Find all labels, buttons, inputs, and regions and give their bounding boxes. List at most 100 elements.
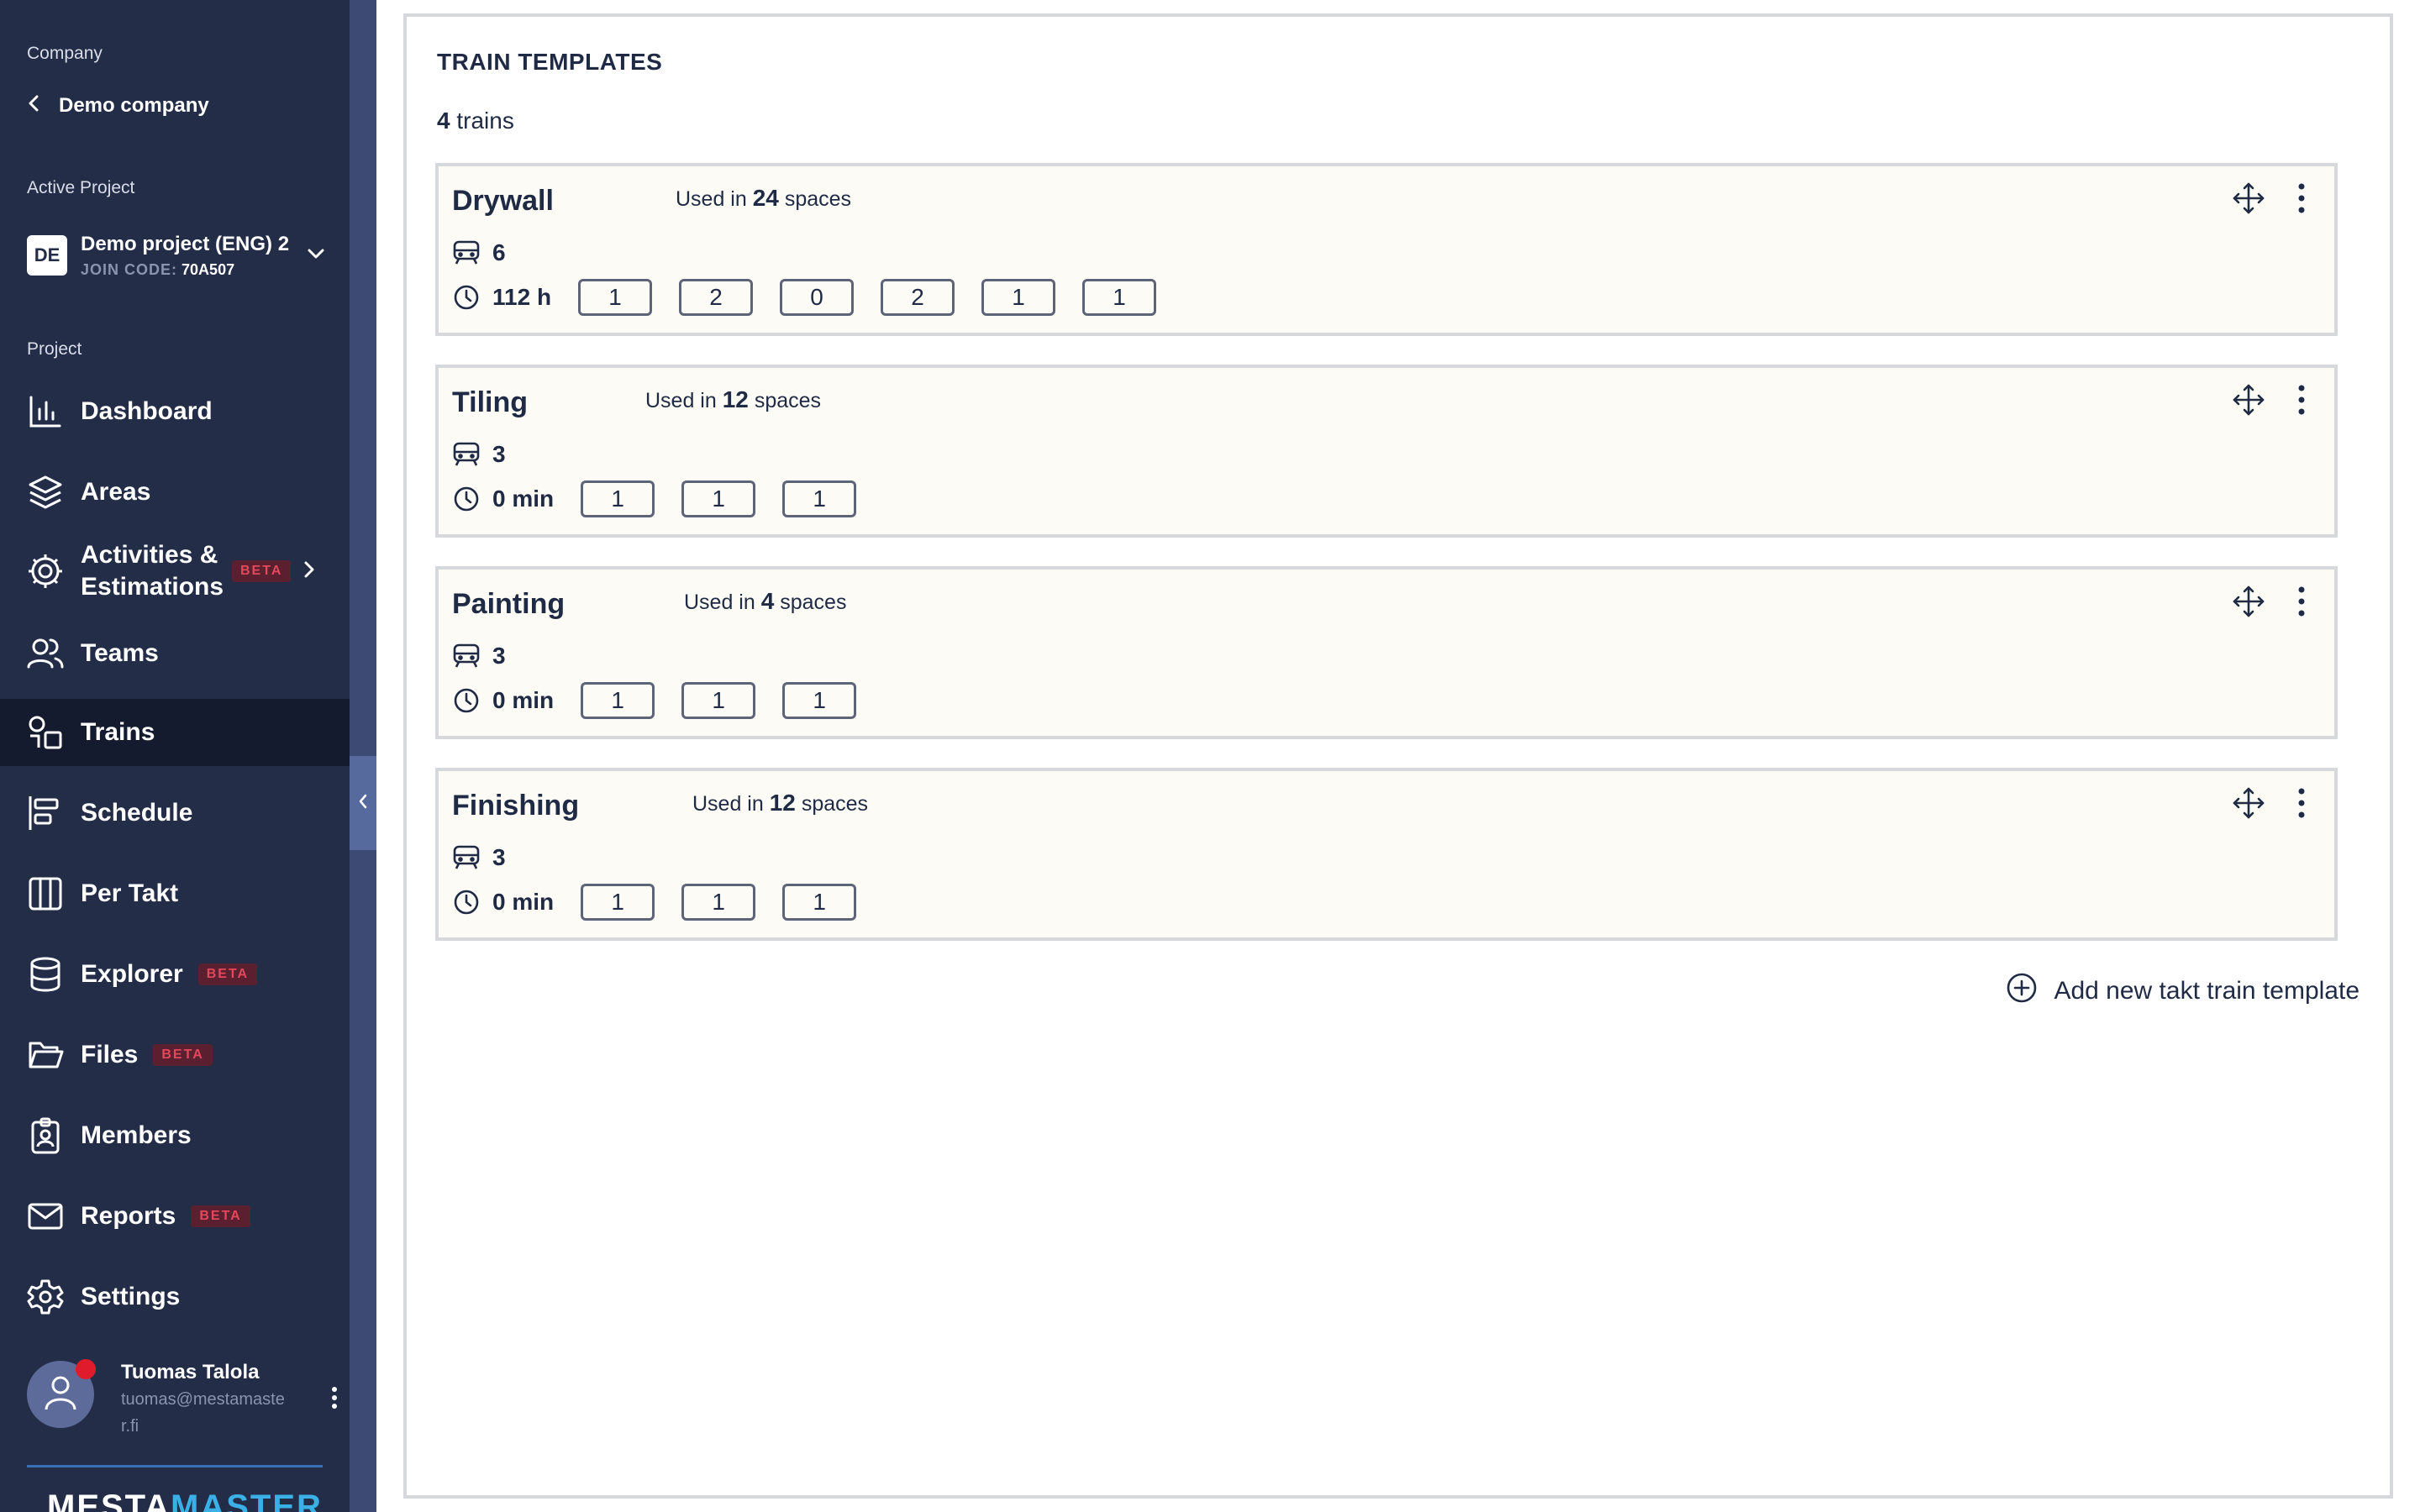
template-name: Drywall: [452, 185, 554, 217]
duration: 0 min: [492, 889, 555, 915]
sidebar-item-label: Trains: [81, 718, 155, 746]
train-template-card[interactable]: Drywall Used in 24 spaces 6 112 h 1 2 0: [435, 163, 2338, 336]
wagon-duration-input[interactable]: 0: [780, 279, 855, 316]
wagon-duration-input[interactable]: 2: [679, 279, 754, 316]
wagon-count: 3: [492, 844, 506, 870]
wagon-duration-input[interactable]: 1: [578, 279, 653, 316]
clock-icon: [452, 686, 481, 715]
clock-icon: [452, 888, 481, 916]
company-back-link[interactable]: Demo company: [27, 89, 209, 123]
wagon-duration-input[interactable]: 1: [782, 480, 857, 517]
sidebar-item-trains[interactable]: Trains: [0, 699, 350, 766]
wagon-count-row: 3: [452, 843, 506, 872]
duration-row: 0 min 1 1 1: [452, 480, 857, 517]
duration-row: 112 h 1 2 0 2 1 1: [452, 279, 1157, 316]
beta-badge: BETA: [191, 1205, 250, 1227]
wagon-duration-input[interactable]: 1: [681, 480, 756, 517]
badge-id-icon: [27, 1117, 64, 1154]
kebab-menu-icon[interactable]: [2297, 383, 2306, 421]
sidebar-item-areas[interactable]: Areas: [0, 459, 350, 526]
template-name: Tiling: [452, 386, 529, 418]
chart-bar-icon: [27, 393, 64, 430]
app-logo: MESTAMASTER: [47, 1488, 323, 1512]
sidebar-item-dashboard[interactable]: Dashboard: [0, 378, 350, 445]
wagon-duration-input[interactable]: 2: [881, 279, 955, 316]
wagon-duration-input[interactable]: 1: [681, 682, 756, 719]
sidebar-item-teams[interactable]: Teams: [0, 620, 350, 687]
sidebar-item-reports[interactable]: Reports BETA: [0, 1183, 350, 1250]
duration: 0 min: [492, 486, 555, 512]
user-email: tuomas@mestamaster.fi: [121, 1390, 285, 1436]
wagon-count: 6: [492, 239, 506, 265]
wagon-duration-input[interactable]: 1: [782, 682, 857, 719]
sidebar-item-files[interactable]: Files BETA: [0, 1021, 350, 1089]
train-shapes-icon: [27, 714, 64, 751]
gear-cog-icon: [27, 553, 64, 590]
user-name: Tuomas Talola: [121, 1361, 260, 1383]
wagon-duration-input[interactable]: 1: [581, 884, 655, 921]
user-profile[interactable]: Tuomas Talola tuomas@mestamaster.fi: [27, 1359, 338, 1445]
sidebar-item-label: Files: [81, 1041, 139, 1068]
train-template-card[interactable]: Painting Used in 4 spaces 3 0 min 1 1 1: [435, 566, 2338, 739]
columns-icon: [27, 875, 64, 912]
plus-circle-icon: [2005, 971, 2039, 1011]
company-name: Demo company: [59, 94, 209, 117]
wagon-count: 3: [492, 643, 506, 669]
wagon-duration-input[interactable]: 1: [1082, 279, 1157, 316]
chevron-left-icon: [27, 93, 40, 119]
wagon-count-row: 3: [452, 440, 506, 469]
project-name: Demo project (ENG) 2: [81, 232, 290, 255]
sidebar-collapse-button[interactable]: [350, 756, 376, 850]
move-icon[interactable]: [2232, 383, 2265, 421]
kebab-menu-icon[interactable]: [2297, 181, 2306, 219]
move-icon[interactable]: [2232, 585, 2265, 622]
sidebar-divider: [27, 1465, 323, 1467]
template-usage: Used in 24 spaces: [676, 185, 852, 211]
active-project-label: Active Project: [27, 178, 135, 197]
gear-icon: [27, 1278, 64, 1315]
duration-row: 0 min 1 1 1: [452, 682, 857, 719]
notification-dot: [76, 1359, 96, 1379]
beta-badge: BETA: [153, 1044, 213, 1066]
sidebar-item-settings[interactable]: Settings: [0, 1263, 350, 1331]
project-selector[interactable]: DE Demo project (ENG) 2 JOIN CODE: 70A50…: [27, 225, 329, 286]
sidebar-item-activities[interactable]: Activities & Estimations BETA: [0, 538, 350, 605]
sidebar-item-label: Schedule: [81, 799, 193, 827]
users-icon: [27, 635, 64, 672]
avatar[interactable]: [27, 1359, 96, 1428]
join-code: 70A507: [182, 260, 235, 278]
kebab-menu-icon[interactable]: [2297, 585, 2306, 622]
train-template-card[interactable]: Finishing Used in 12 spaces 3 0 min 1 1 …: [435, 768, 2338, 941]
train-template-card[interactable]: Tiling Used in 12 spaces 3 0 min 1 1 1: [435, 365, 2338, 538]
wagon-count-row: 3: [452, 642, 506, 670]
sidebar-item-explorer[interactable]: Explorer BETA: [0, 941, 350, 1008]
sidebar-item-label: Teams: [81, 639, 159, 667]
layers-icon: [27, 474, 64, 511]
wagon-duration-input[interactable]: 1: [581, 480, 655, 517]
wagon-duration-input[interactable]: 1: [581, 682, 655, 719]
project-section-label: Project: [27, 339, 82, 359]
sidebar-item-schedule[interactable]: Schedule: [0, 780, 350, 847]
template-name: Finishing: [452, 790, 580, 822]
mail-icon: [27, 1198, 64, 1235]
sidebar-item-label: Settings: [81, 1283, 181, 1310]
sidebar-item-label: Activities & Estimations: [81, 541, 224, 601]
company-section-label: Company: [27, 44, 103, 63]
kebab-menu-icon[interactable]: [2297, 786, 2306, 824]
kebab-menu-icon[interactable]: [331, 1386, 338, 1414]
wagon-duration-input[interactable]: 1: [681, 884, 756, 921]
duration: 112 h: [492, 284, 552, 310]
beta-badge: BETA: [197, 963, 258, 985]
wagon-duration-input[interactable]: 1: [782, 884, 857, 921]
move-icon[interactable]: [2232, 786, 2265, 824]
clock-icon: [452, 485, 481, 513]
add-template-button[interactable]: Add new takt train template: [2005, 971, 2360, 1011]
page-title: TRAIN TEMPLATES: [437, 49, 663, 75]
wagon-duration-input[interactable]: 1: [981, 279, 1056, 316]
sidebar-item-members[interactable]: Members: [0, 1102, 350, 1169]
train-templates-panel: TRAIN TEMPLATES 4 trains Drywall Used in…: [403, 13, 2393, 1499]
sidebar-item-label: Per Takt: [81, 879, 179, 907]
sidebar-item-label: Members: [81, 1121, 192, 1149]
move-icon[interactable]: [2232, 181, 2265, 219]
sidebar-item-per-takt[interactable]: Per Takt: [0, 860, 350, 927]
